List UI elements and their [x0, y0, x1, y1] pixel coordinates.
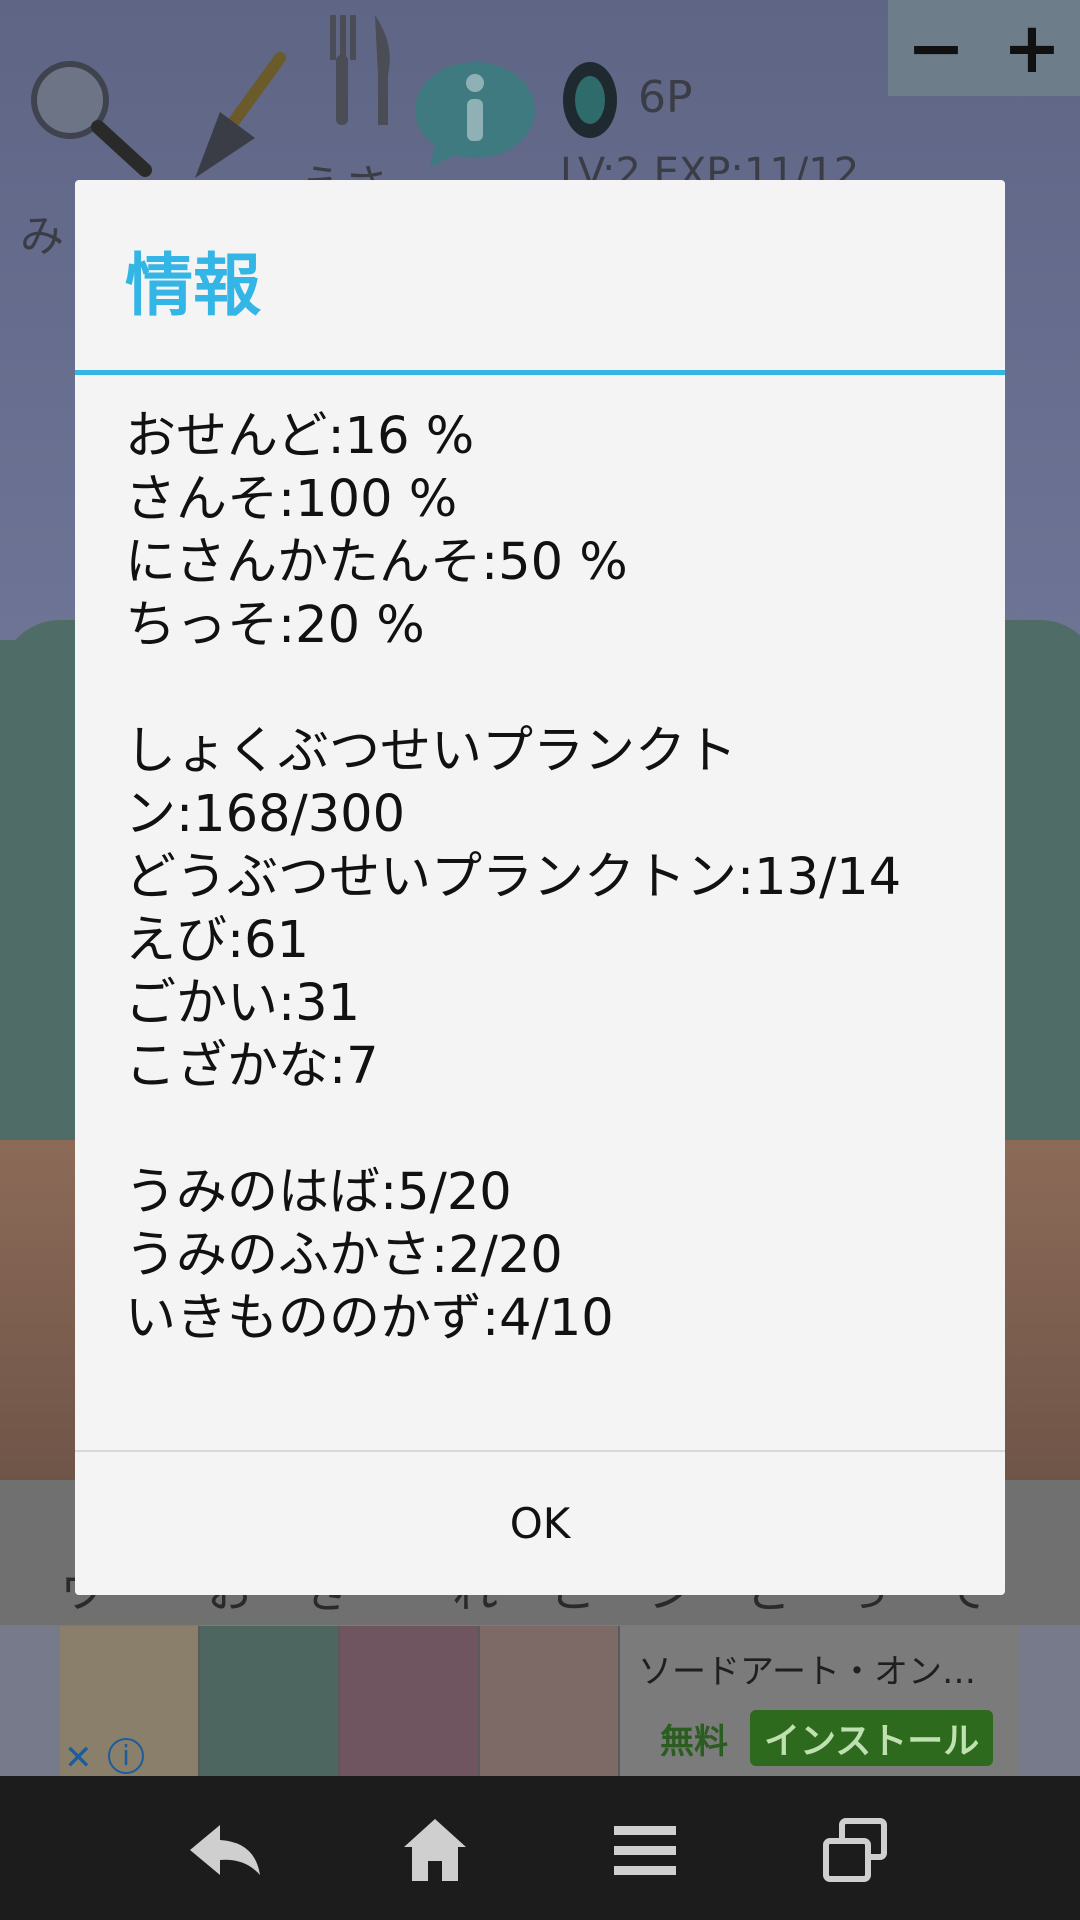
ad-thumb: [480, 1626, 620, 1776]
ad-title[interactable]: ソードアート・オン…: [638, 1644, 976, 1693]
ad-info-icon[interactable]: i: [108, 1738, 144, 1774]
home-icon: [404, 1819, 466, 1881]
gem-icon: [563, 62, 617, 138]
info-dialog: 情報 おせんど:16 % さんそ:100 % にさんかたんそ:50 % ちっそ:…: [75, 180, 1005, 1595]
dialog-message: おせんど:16 % さんそ:100 % にさんかたんそ:50 % ちっそ:20 …: [125, 405, 965, 1350]
dialog-title: 情報: [125, 247, 262, 326]
ad-banner[interactable]: ソードアート・オン… 無料 インストール ✕ i: [60, 1626, 1020, 1778]
system-nav-bar: [0, 1776, 1080, 1920]
menu-button[interactable]: [600, 1812, 690, 1888]
tool-label: み: [20, 211, 64, 262]
stat-line: うみのふかさ:2/20: [125, 1226, 563, 1285]
points-label: 6P: [638, 72, 693, 123]
stat-line: しょくぶつせいプランクト: [125, 722, 738, 781]
stat-line: ン:168/300: [125, 785, 406, 844]
menu-icon: [614, 1826, 676, 1875]
stat-line: ちっそ:20 %: [125, 596, 425, 655]
magnifier-icon[interactable]: [20, 55, 155, 180]
back-button[interactable]: [180, 1812, 270, 1888]
title-divider: [75, 370, 1005, 375]
ad-price: 無料: [660, 1722, 728, 1762]
stat-line: いきもののかず:4/10: [125, 1289, 614, 1348]
ad-close-icon[interactable]: ✕: [64, 1738, 93, 1778]
trowel-icon[interactable]: [175, 50, 290, 180]
stat-line: おせんど:16 %: [125, 407, 475, 466]
ad-thumb: [340, 1626, 480, 1776]
home-button[interactable]: [390, 1812, 480, 1888]
stat-line: うみのはば:5/20: [125, 1163, 512, 1222]
stat-line: こざかな:7: [125, 1037, 379, 1096]
back-icon: [190, 1825, 260, 1875]
ad-thumb: [200, 1626, 340, 1776]
stat-line: さんそ:100 %: [125, 470, 458, 529]
stat-line: にさんかたんそ:50 %: [125, 533, 628, 592]
ad-image[interactable]: [60, 1626, 620, 1776]
zoom-in-button[interactable]: +: [984, 0, 1080, 96]
stat-line: えび:61: [125, 911, 310, 970]
recent-apps-icon: [823, 1818, 887, 1882]
ad-install-button[interactable]: インストール: [750, 1710, 994, 1766]
zoom-out-button[interactable]: −: [888, 0, 984, 96]
info-bubble-icon[interactable]: [410, 55, 540, 170]
stat-line: ごかい:31: [125, 974, 361, 1033]
fork-knife-icon[interactable]: [320, 15, 400, 125]
ok-button[interactable]: OK: [75, 1452, 1005, 1595]
stat-line: どうぶつせいプランクトン:13/14: [125, 848, 902, 907]
recent-apps-button[interactable]: [810, 1812, 900, 1888]
